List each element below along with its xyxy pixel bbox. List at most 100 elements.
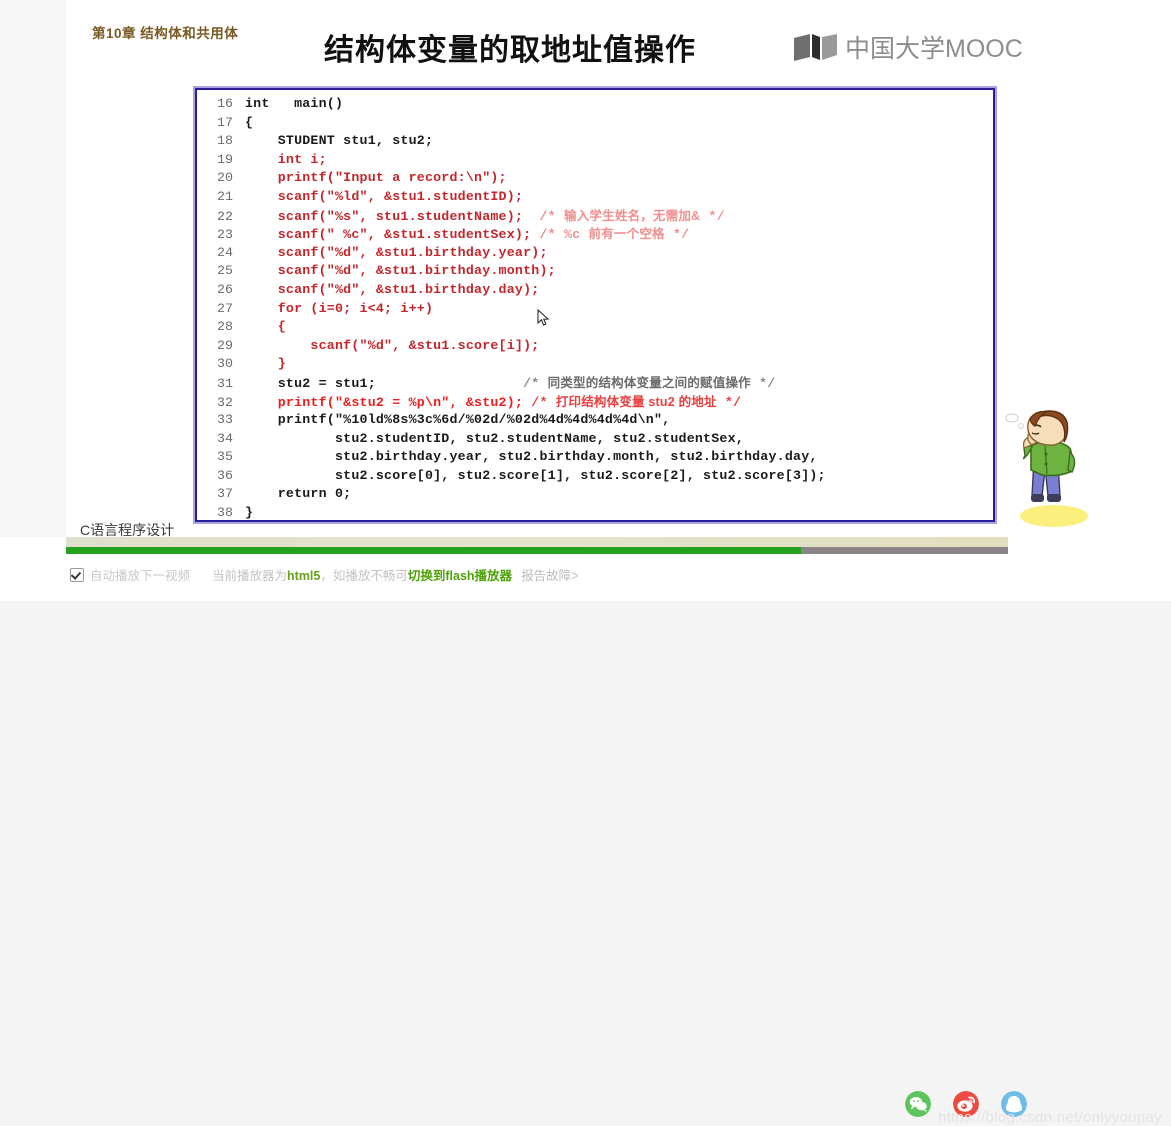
code-line-text: int main() (245, 95, 343, 114)
code-line: 36 stu2.score[0], stu2.score[1], stu2.sc… (197, 467, 993, 486)
code-line-text: } (245, 504, 254, 521)
progress-bar-track[interactable] (66, 547, 1008, 554)
code-line: 26 scanf("%d", &stu1.birthday.day); (197, 281, 993, 300)
code-line: 17 { (197, 114, 993, 133)
code-line: 27 for (i=0; i<4; i++) (197, 300, 993, 319)
code-line-text: stu2.birthday.year, stu2.birthday.month,… (245, 448, 818, 467)
code-line-number: 20 (217, 170, 233, 186)
mooc-brand-text: 中国大学MOOC (845, 35, 1023, 63)
code-line-text: scanf("%ld", &stu1.studentID); (245, 188, 523, 207)
stage-left-gutter (0, 0, 66, 537)
code-segment: for (i=0; i<4; i++) (245, 300, 434, 316)
code-segment: 输入学生姓名，无需加& (564, 208, 701, 223)
code-segment: } (245, 356, 286, 372)
presentation-slide: 第10章 结构体和共用体 结构体变量的取地址值操作 中国大学MOOC 16 int… (66, 0, 1171, 538)
code-segment: scanf("%ld", &stu1.studentID); (245, 188, 524, 204)
code-line-number: 27 (217, 300, 233, 316)
code-segment: stu2 = stu1; (245, 375, 524, 391)
code-line-text: printf("Input a record:\n"); (245, 169, 507, 188)
code-line: 35 stu2.birthday.year, stu2.birthday.mon… (197, 448, 993, 467)
book-logo-icon (794, 33, 837, 61)
code-segment: scanf("%d", &stu1.birthday.day); (245, 281, 540, 297)
code-segment: 同类型的结构体变量之间的赋值操作 (547, 375, 751, 390)
code-line-text: return 0; (245, 485, 351, 504)
player-note-middle: ，如播放不畅可 (320, 569, 408, 583)
code-line-number: 22 (217, 208, 233, 224)
code-line: 29 scanf("%d", &stu1.score[i]); (197, 337, 993, 356)
code-line: 32 printf("&stu2 = %p\n", &stu2); /* 打印结… (197, 393, 993, 412)
code-line-text: int i; (245, 151, 327, 170)
player-status-note: 当前播放器为html5，如播放不畅可切换到flash播放器 报告故障> (212, 565, 578, 584)
code-segment: scanf(" %c", &stu1.studentSex); (245, 227, 540, 243)
switch-to-flash-link[interactable]: 切换到flash播放器 (408, 569, 512, 583)
code-line-number: 19 (217, 151, 233, 167)
code-segment: /* (531, 394, 556, 410)
player-engine-name: html5 (287, 569, 321, 583)
code-line: 21 scanf("%ld", &stu1.studentID); (197, 188, 993, 207)
code-line: 34 stu2.studentID, stu2.studentName, stu… (197, 430, 993, 449)
code-line-text: } (245, 355, 286, 374)
code-segment: /* (523, 375, 548, 391)
code-line-number: 18 (217, 133, 233, 149)
code-segment: */ (664, 227, 690, 243)
code-line-number: 30 (217, 356, 233, 372)
thinking-boy-illustration (1005, 410, 1088, 527)
progress-bar-fill (66, 547, 801, 554)
code-line-number: 38 (217, 505, 233, 521)
code-line-text: for (i=0; i<4; i++) (245, 300, 433, 319)
code-segment: int i; (245, 151, 327, 167)
code-line-number: 31 (217, 375, 233, 391)
code-segment: stu2.score[0], stu2.score[1], stu2.score… (245, 467, 826, 483)
code-segment: printf("%10ld%8s%3c%6d/%02d/%02d%4d%4d%4… (245, 412, 671, 428)
code-line-text: scanf(" %c", &stu1.studentSex); /* %c 前有… (245, 225, 689, 245)
code-line-text: scanf("%d", &stu1.score[i]); (245, 337, 539, 356)
code-line: 37 return 0; (197, 485, 993, 504)
code-segment: { (245, 319, 286, 335)
code-line-number: 21 (217, 188, 233, 204)
code-segment: scanf("%s", stu1.studentName); (245, 208, 540, 224)
code-segment: return 0; (245, 486, 352, 502)
code-segment: /* %c (539, 227, 589, 243)
code-segment: scanf("%d", &stu1.birthday.year); (245, 244, 548, 260)
controls-row: 自动播放下一视频 当前播放器为html5，如播放不畅可切换到flash播放器 报告… (0, 554, 1171, 601)
code-line-text: scanf("%d", &stu1.birthday.year); (245, 244, 548, 263)
code-line-number: 33 (217, 412, 233, 428)
decorative-gradient-bar (66, 537, 1008, 547)
code-line: 25 scanf("%d", &stu1.birthday.month); (197, 262, 993, 281)
code-segment: stu2.studentID, stu2.studentName, stu2.s… (245, 430, 744, 446)
mooc-logo: 中国大学MOOC (793, 29, 1023, 65)
slide-title: 结构体变量的取地址值操作 (324, 34, 696, 67)
code-line-text: STUDENT stu1, stu2; (245, 132, 433, 151)
code-segment: */ (750, 375, 776, 391)
wechat-icon[interactable] (905, 1091, 931, 1117)
code-line: 20 printf("Input a record:\n"); (197, 169, 993, 188)
code-line-number: 34 (217, 430, 233, 446)
code-segment: 前有一个空格 (588, 227, 665, 242)
autoplay-next-video-toggle[interactable]: 自动播放下一视频 (70, 565, 190, 584)
code-segment: */ (716, 394, 742, 410)
code-line-text: stu2 = stu1; /* 同类型的结构体变量之间的赋值操作 */ (245, 374, 776, 394)
video-player-stage: 第10章 结构体和共用体 结构体变量的取地址值操作 中国大学MOOC 16 int… (0, 0, 1171, 1126)
code-line-number: 23 (217, 227, 233, 243)
code-segment: scanf("%d", &stu1.birthday.month); (245, 263, 556, 279)
code-line-number: 35 (217, 449, 233, 465)
code-line: 19 int i; (197, 151, 993, 170)
code-line: 24 scanf("%d", &stu1.birthday.year); (197, 244, 993, 263)
code-line-number: 36 (217, 467, 233, 483)
code-line: 22 scanf("%s", stu1.studentName); /* 输入学… (197, 207, 993, 226)
code-segment: { (245, 114, 254, 130)
code-line-text: scanf("%s", stu1.studentName); /* 输入学生姓名… (245, 207, 725, 227)
code-line-text: printf("&stu2 = %p\n", &stu2); /* 打印结构体变… (245, 393, 741, 413)
code-segment: } (245, 505, 254, 521)
code-lines: 16 int main() 17{18 STUDENT stu1, stu2; 19 … (197, 95, 993, 521)
code-line: 28 { (197, 318, 993, 337)
code-segment: 打印结构体变量 stu2 的地址 (555, 394, 717, 409)
report-issue-link[interactable]: 报告故障> (521, 569, 578, 583)
code-segment: scanf("%d", &stu1.score[i]); (245, 337, 540, 353)
autoplay-label: 自动播放下一视频 (90, 569, 191, 583)
code-line-number: 16 (217, 96, 233, 111)
code-line: 31 stu2 = stu1; /* 同类型的结构体变量之间的赋值操作 */ (197, 374, 993, 393)
code-line: 23 scanf(" %c", &stu1.studentSex); /* %c… (197, 225, 993, 244)
autoplay-checkbox-icon[interactable] (70, 567, 84, 582)
code-segment: printf("&stu2 = %p\n", &stu2); (245, 394, 532, 410)
